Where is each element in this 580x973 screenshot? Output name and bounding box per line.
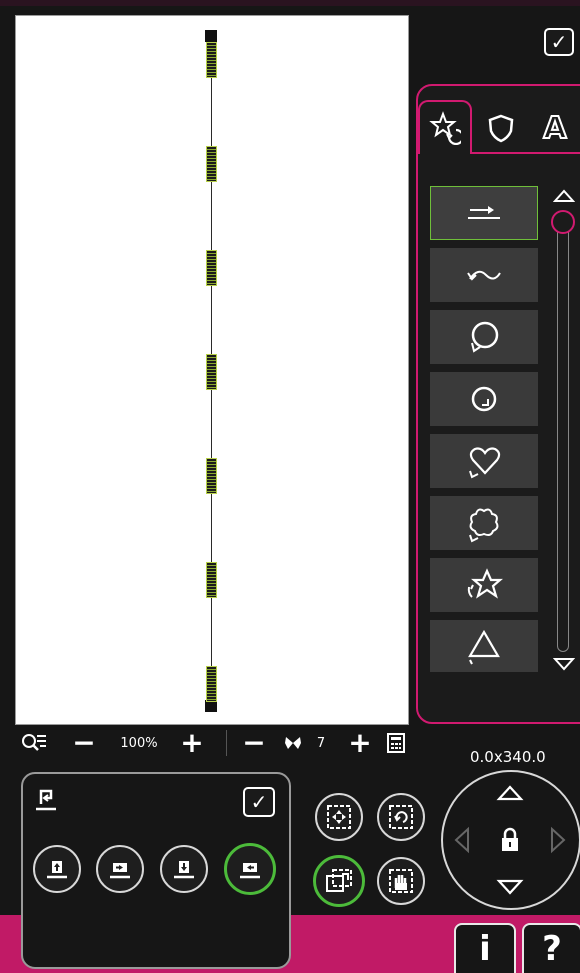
shield-icon [488, 114, 514, 143]
stitch-count: 7 [316, 735, 326, 751]
align-left-icon [240, 863, 260, 879]
stitch-segment [206, 354, 217, 390]
align-left-button[interactable] [224, 843, 276, 895]
zoom-toolbar: − 100% + − 7 + [15, 728, 409, 758]
shape-heart-button[interactable] [430, 434, 538, 488]
circle-icon [471, 321, 499, 353]
line-arrow-icon [468, 206, 500, 219]
panel-confirm-button[interactable]: ✓ [243, 787, 275, 817]
move-left-icon[interactable] [453, 826, 471, 854]
flower-icon [469, 508, 499, 543]
scale-button[interactable] [313, 855, 365, 907]
zoom-in-button[interactable]: + [179, 728, 205, 758]
toolbar-divider [226, 730, 227, 756]
stitch-segment [206, 42, 217, 78]
hand-icon [389, 869, 413, 893]
stitch-segment [206, 146, 217, 182]
shape-wave-button[interactable] [430, 248, 538, 302]
tab-shape-star[interactable] [424, 104, 466, 152]
move-to-center-button[interactable] [315, 793, 363, 841]
zoom-level: 100% [120, 735, 158, 751]
stitch-segment [206, 666, 217, 702]
top-accent-bar [0, 0, 580, 6]
calculator-icon[interactable] [385, 728, 407, 758]
align-bottom-button[interactable] [160, 845, 208, 893]
move-right-icon[interactable] [549, 826, 567, 854]
align-right-icon [110, 863, 130, 879]
shape-line-button[interactable] [430, 186, 538, 240]
star-rotate-icon [429, 111, 461, 145]
help-button[interactable]: ? [522, 923, 580, 973]
tab-shield[interactable] [480, 104, 522, 152]
stitch-increase-button[interactable]: + [347, 728, 373, 758]
align-top-button[interactable] [33, 845, 81, 893]
letter-a-icon: A [542, 110, 567, 147]
scrollbar-track[interactable] [557, 222, 569, 652]
scrollbar-thumb[interactable] [551, 210, 575, 234]
pan-button[interactable] [377, 857, 425, 905]
center-move-icon [327, 805, 351, 829]
position-readout: 0.0x340.0 [470, 748, 546, 766]
align-right-button[interactable] [96, 845, 144, 893]
scale-icon [326, 869, 352, 892]
shape-star-button[interactable] [430, 558, 538, 612]
zoom-out-button[interactable]: − [71, 728, 97, 758]
stitch-segment [206, 562, 217, 598]
confirm-button[interactable]: ✓ [544, 28, 574, 56]
info-button[interactable]: i [454, 923, 516, 973]
star-icon [467, 568, 503, 599]
circle-arrow-icon [471, 386, 497, 412]
stitch-decrease-button[interactable]: − [241, 728, 267, 758]
move-up-icon[interactable] [496, 784, 524, 802]
heart-icon [469, 447, 501, 479]
align-bottom-icon [174, 861, 194, 879]
scroll-up-icon[interactable] [552, 188, 576, 202]
wave-icon [467, 270, 501, 281]
shape-circle-arrow-button[interactable] [430, 372, 538, 426]
tab-text[interactable]: A [534, 104, 576, 152]
zoom-options-icon[interactable] [17, 728, 51, 758]
rotate-button[interactable] [377, 793, 425, 841]
stitch-segment [206, 250, 217, 286]
shape-circle-button[interactable] [430, 310, 538, 364]
triangle-icon [468, 629, 500, 665]
shape-triangle-button[interactable] [430, 620, 538, 672]
shape-flower-button[interactable] [430, 496, 538, 550]
rotate-icon [389, 805, 413, 829]
reverse-direction-icon[interactable] [34, 786, 60, 814]
move-down-icon[interactable] [496, 878, 524, 896]
tab-underline [472, 152, 580, 154]
lock-icon[interactable] [499, 826, 521, 854]
scroll-down-icon[interactable] [552, 656, 576, 671]
align-top-icon [47, 861, 67, 879]
stitch-start-point[interactable] [205, 30, 217, 42]
butterfly-icon [281, 728, 305, 758]
stitch-segment [206, 458, 217, 494]
